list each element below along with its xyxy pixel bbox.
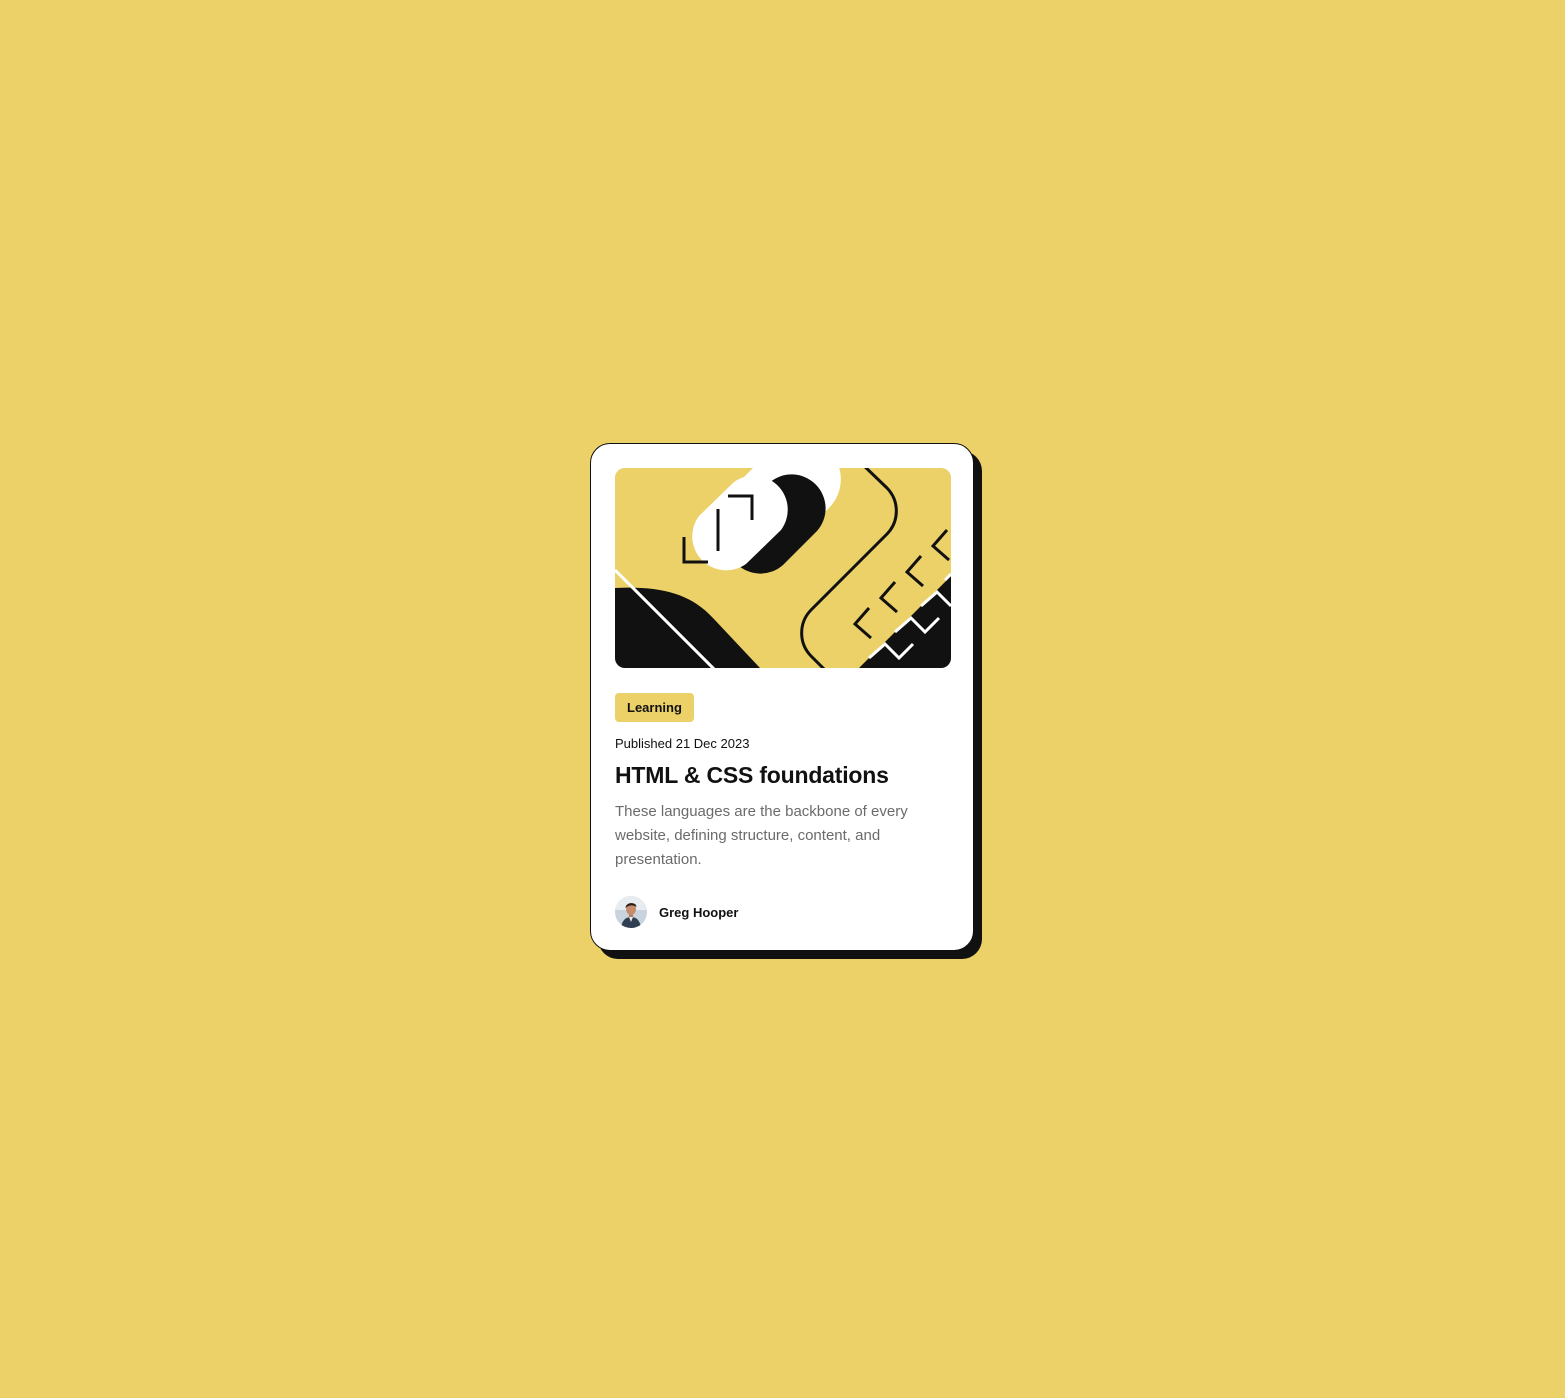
author: Greg Hooper	[615, 896, 738, 928]
hero-illustration	[615, 468, 951, 668]
code-brackets-illustration-icon	[615, 468, 951, 668]
category-badge: Learning	[615, 693, 694, 722]
card-description: These languages are the backbone of ever…	[615, 803, 908, 868]
blog-preview-card: Learning Published 21 Dec 2023 HTML & CS…	[590, 443, 974, 951]
publish-date: Published 21 Dec 2023	[615, 736, 750, 751]
author-name: Greg Hooper	[659, 904, 739, 920]
avatar	[615, 896, 647, 928]
user-avatar-icon	[615, 896, 647, 928]
card-title[interactable]: HTML & CSS foundations	[615, 762, 889, 789]
